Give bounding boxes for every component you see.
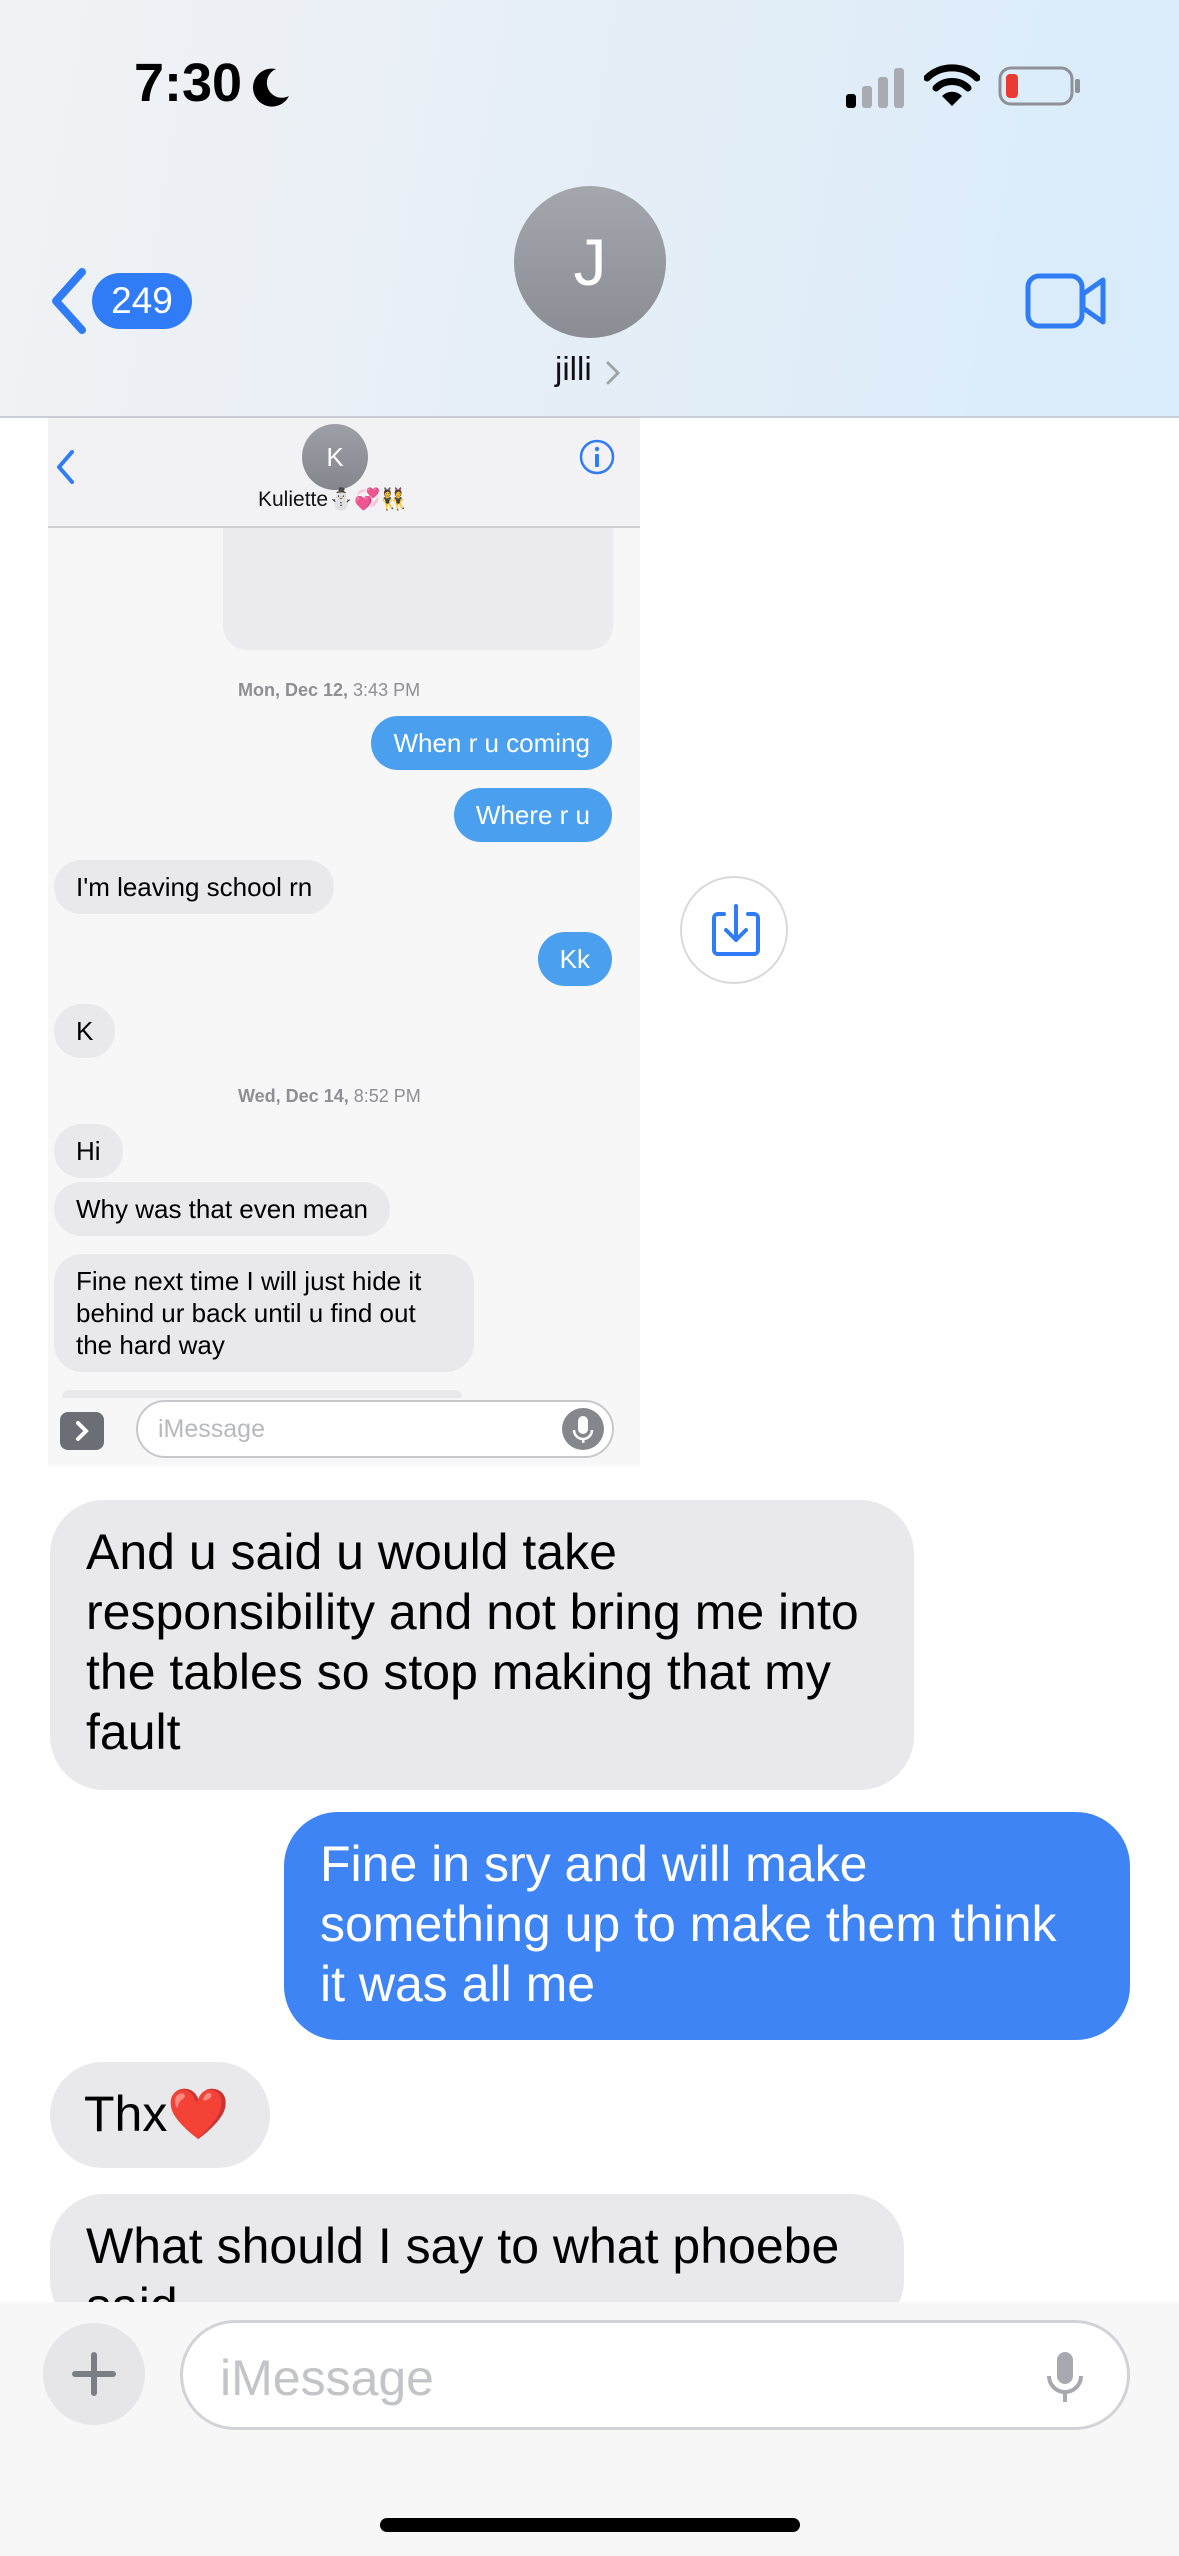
save-to-device-button[interactable] (680, 876, 788, 984)
back-chevron-icon (57, 450, 74, 484)
message-input[interactable]: iMessage (180, 2320, 1130, 2430)
apps-plus-button[interactable] (43, 2323, 145, 2425)
moon-icon (252, 68, 289, 107)
message-bubble-outgoing: Kk (537, 932, 612, 986)
unread-count-badge[interactable]: 249 (92, 273, 192, 329)
contact-name[interactable]: jilli (555, 350, 592, 388)
message-bubble-incoming: Why was that even mean (54, 1182, 390, 1236)
shared-screenshot[interactable]: K Kuliette⛄️💞👯 Mon, Dec 12, 3:43 PM When… (48, 418, 640, 1466)
contact-avatar[interactable]: J (514, 186, 666, 338)
image-attachment (223, 528, 613, 650)
screenshot-nav-bar: K Kuliette⛄️💞👯 (48, 418, 640, 528)
wifi-icon (924, 64, 980, 106)
plus-icon (72, 2352, 116, 2396)
message-bubble-outgoing: When r u coming (371, 716, 612, 770)
screenshot-contact-name: Kuliette⛄️💞👯 (258, 488, 407, 511)
timestamp: Wed, Dec 14, 8:52 PM (238, 1086, 421, 1106)
back-chevron-icon[interactable] (46, 266, 90, 336)
message-bubble-outgoing: Fine in sry and will make something up t… (284, 1812, 1130, 2040)
microphone-icon[interactable] (1040, 2348, 1090, 2408)
conversation-header: 7:30 249 J jilli (0, 0, 1179, 418)
battery-icon (998, 66, 1080, 106)
cellular-signal-icon (846, 68, 904, 108)
message-bubble-incoming: Thx❤️ (50, 2062, 270, 2168)
message-bubble-outgoing: Where r u (453, 788, 612, 842)
video-camera-icon[interactable] (1025, 272, 1107, 330)
info-icon (579, 439, 615, 475)
message-bubble-incoming: Hi (54, 1124, 123, 1178)
save-to-device-icon (712, 904, 760, 956)
status-time: 7:30 (134, 53, 243, 113)
screenshot-compose-bar: iMessage (48, 1398, 640, 1466)
screenshot-contact-avatar: K (302, 424, 368, 490)
expand-apps-icon (60, 1412, 104, 1450)
message-bubble-incoming: I'm leaving school rn (54, 860, 335, 914)
screenshot-message-input: iMessage (136, 1400, 614, 1458)
message-bubble-incoming: Fine next time I will just hide it behin… (54, 1254, 474, 1372)
message-bubble-incoming: K (54, 1004, 116, 1058)
home-indicator (380, 2518, 800, 2532)
microphone-icon (562, 1408, 604, 1450)
message-bubble-incoming: And u said u would take responsibility a… (50, 1500, 914, 1790)
timestamp: Mon, Dec 12, 3:43 PM (238, 680, 421, 700)
chevron-right-icon[interactable] (605, 360, 621, 386)
